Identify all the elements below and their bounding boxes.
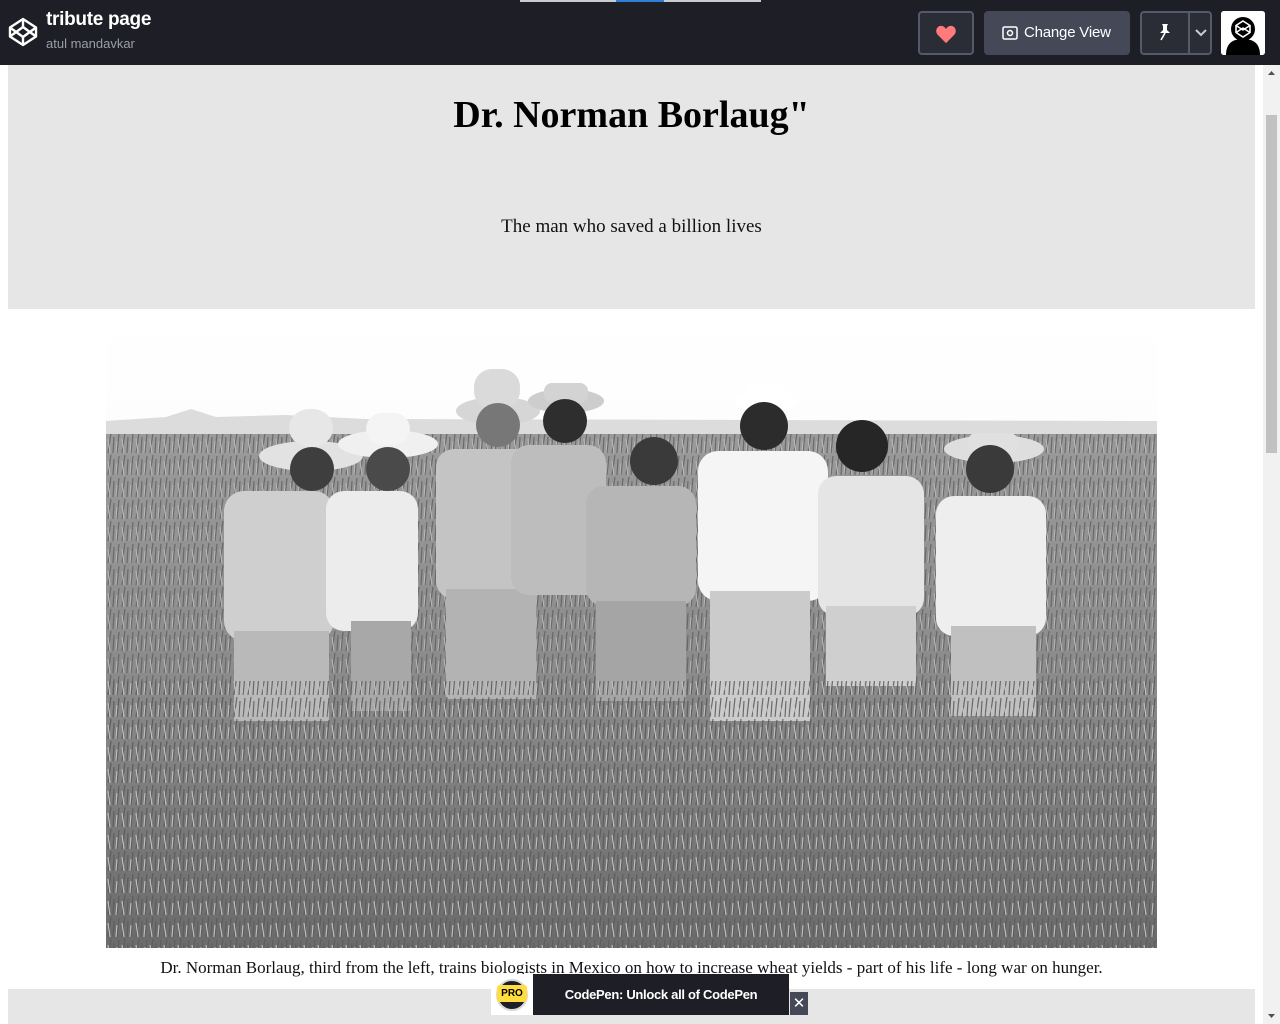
codepen-logo-icon[interactable] [7, 16, 39, 48]
pro-promo-banner[interactable]: PRO CodePen: Unlock all of CodePen ✕ [491, 974, 809, 1015]
top-bar: tribute page atul mandavkar Change View [0, 0, 1280, 65]
pin-button-divider [1188, 13, 1190, 53]
page-subtitle: The man who saved a billion lives [501, 216, 762, 237]
pro-badge-label: PRO [497, 985, 527, 1002]
chevron-down-icon[interactable] [1194, 27, 1208, 39]
scroll-down-arrow-icon[interactable] [1263, 1007, 1280, 1024]
tab-indicator [520, 0, 616, 2]
vertical-scrollbar[interactable] [1263, 65, 1280, 1024]
page-title: Dr. Norman Borlaug" [453, 94, 810, 136]
tab-indicator-active [616, 0, 664, 2]
tab-indicator [664, 0, 761, 2]
pro-badge: PRO [491, 974, 533, 1015]
pin-icon [1160, 24, 1170, 41]
close-icon[interactable]: ✕ [790, 992, 808, 1015]
scrollbar-thumb[interactable] [1266, 115, 1277, 453]
tribute-photo [106, 321, 1157, 948]
preview-viewport[interactable]: Dr. Norman Borlaug" The man who saved a … [0, 65, 1263, 1024]
pin-button[interactable] [1140, 11, 1212, 55]
pen-author[interactable]: atul mandavkar [46, 36, 135, 51]
change-view-label: Change View [1024, 24, 1111, 41]
user-avatar[interactable] [1221, 11, 1265, 55]
change-view-icon [1002, 26, 1018, 40]
change-view-button[interactable]: Change View [984, 11, 1130, 55]
wheat-field-photo [106, 321, 1157, 948]
like-button[interactable] [918, 11, 974, 55]
avatar-icon [1221, 11, 1265, 55]
tribute-header: Dr. Norman Borlaug" The man who saved a … [8, 65, 1255, 309]
heart-icon [936, 25, 956, 44]
promo-text[interactable]: CodePen: Unlock all of CodePen [533, 974, 789, 1015]
pen-title[interactable]: tribute page [46, 9, 151, 31]
scroll-up-arrow-icon[interactable] [1263, 65, 1280, 82]
